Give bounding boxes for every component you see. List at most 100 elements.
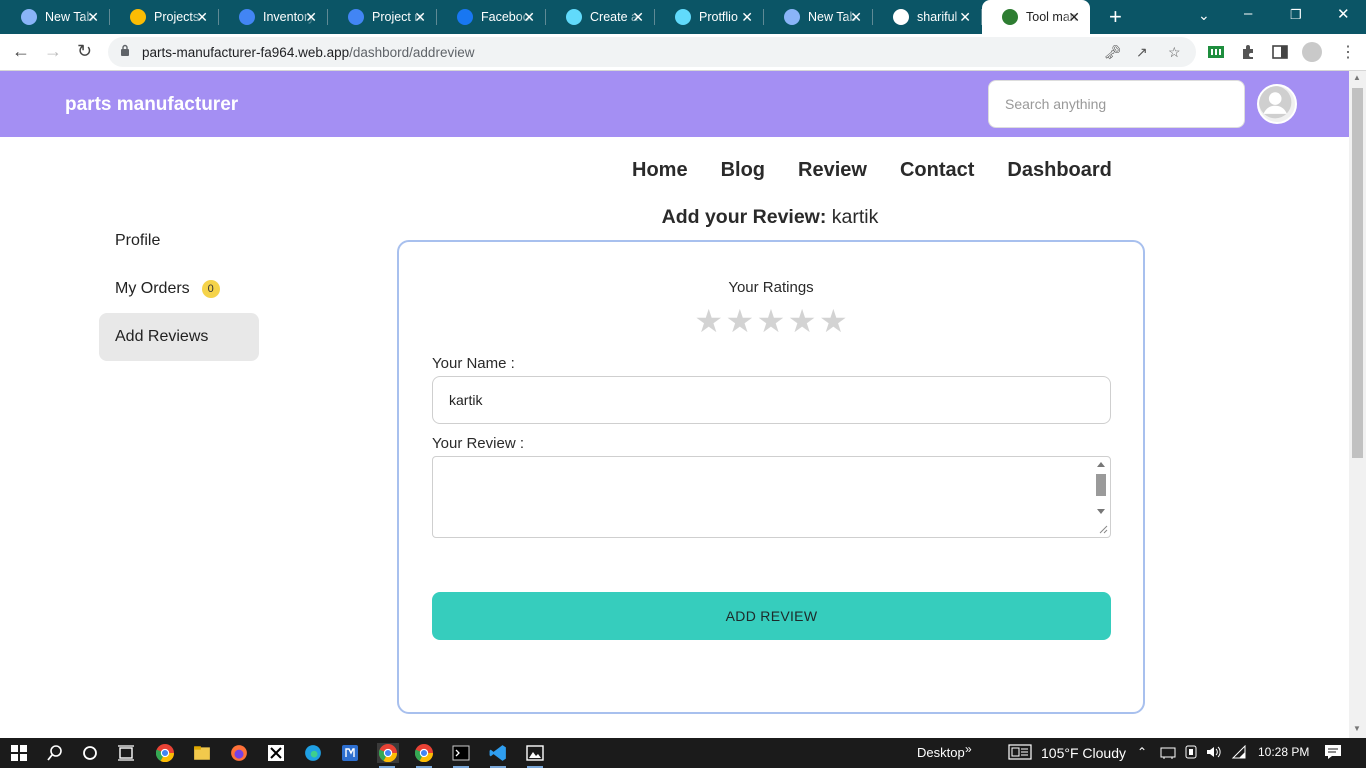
browser-tab[interactable]: Inventory ✕	[219, 0, 328, 34]
nav-dashboard[interactable]: Dashboard	[1007, 159, 1111, 182]
firefox-icon[interactable]	[229, 743, 249, 763]
capcut-icon[interactable]	[266, 743, 286, 763]
task-view-icon[interactable]	[116, 743, 136, 763]
chrome-app-icon[interactable]	[377, 743, 399, 768]
network-icon[interactable]	[1160, 745, 1176, 762]
search-icon[interactable]	[45, 743, 65, 763]
name-field[interactable]	[432, 376, 1111, 424]
star-icon[interactable]: ★	[757, 303, 786, 339]
side-panel-icon[interactable]	[1272, 44, 1288, 60]
close-tab-icon[interactable]: ✕	[87, 9, 99, 25]
notifications-icon[interactable]	[1325, 745, 1341, 762]
url-field[interactable]: parts-manufacturer-fa964.web.app/dashbor…	[108, 37, 1196, 67]
puzzle-icon[interactable]	[1240, 44, 1256, 60]
scroll-down-icon[interactable]: ▼	[1353, 724, 1361, 733]
browser-tab[interactable]: Tool man ✕	[982, 0, 1090, 34]
scroll-up-icon[interactable]: ▲	[1353, 73, 1361, 82]
browser-tab[interactable]: Protflio ✕	[655, 0, 764, 34]
sidebar-item-add-reviews[interactable]: Add Reviews	[99, 313, 259, 361]
key-icon[interactable]: 🗝	[1104, 44, 1122, 61]
nav-home[interactable]: Home	[632, 159, 688, 182]
back-arrow-icon[interactable]: ←	[12, 41, 30, 61]
close-tab-icon[interactable]: ✕	[1068, 9, 1080, 25]
close-tab-icon[interactable]: ✕	[850, 9, 862, 25]
user-avatar[interactable]	[1257, 84, 1297, 124]
star-icon[interactable]: ★	[819, 303, 848, 339]
page-title-label: Add your Review:	[661, 206, 827, 228]
review-field-label: Your Review :	[432, 435, 524, 452]
nav-blog[interactable]: Blog	[721, 159, 765, 182]
toolbar-expand-icon[interactable]: »	[965, 742, 972, 756]
close-tab-icon[interactable]: ✕	[632, 9, 644, 25]
desktop-toolbar-label[interactable]: Desktop	[917, 745, 965, 760]
textarea-scrollbar[interactable]	[1094, 459, 1108, 535]
page-scrollbar[interactable]: ▲ ▼	[1349, 71, 1366, 738]
orders-count-badge: 0	[201, 280, 220, 298]
app-icon[interactable]	[340, 743, 360, 763]
volume-icon[interactable]	[1206, 745, 1222, 762]
reload-icon[interactable]: ↻	[77, 41, 92, 61]
lock-icon	[121, 44, 129, 56]
browser-tab[interactable]: Create a ✕	[546, 0, 655, 34]
chrome-app-icon[interactable]	[155, 743, 175, 763]
browser-tab[interactable]: Project re ✕	[328, 0, 437, 34]
vscode-icon[interactable]	[488, 743, 508, 768]
chrome-icon	[784, 9, 800, 25]
google-drive-icon	[130, 9, 146, 25]
extension-icon[interactable]	[1208, 44, 1224, 60]
close-tab-icon[interactable]: ✕	[305, 9, 317, 25]
browser-tab[interactable]: New Tab ✕	[1, 0, 110, 34]
windows-taskbar: Desktop » 105°F Cloudy ⌃ 10:28 PM	[0, 738, 1366, 768]
terminal-icon[interactable]	[451, 743, 471, 768]
star-icon[interactable]: ★	[726, 303, 755, 339]
browser-tab[interactable]: Projects ✕	[110, 0, 219, 34]
chrome-icon	[21, 9, 37, 25]
close-tab-icon[interactable]: ✕	[414, 9, 426, 25]
brand-logo-text[interactable]: parts manufacturer	[65, 94, 238, 116]
nav-review[interactable]: Review	[798, 159, 867, 182]
weather-icon[interactable]	[1008, 744, 1032, 763]
star-icon[interactable]: ★	[788, 303, 817, 339]
sidebar-item-my-orders[interactable]: My Orders 0	[99, 265, 259, 313]
profile-avatar-icon[interactable]	[1302, 42, 1322, 62]
sidebar-item-label: Add Reviews	[115, 328, 209, 345]
more-menu-icon[interactable]: ⋮	[1340, 42, 1356, 62]
browser-tab[interactable]: New Tab ✕	[764, 0, 873, 34]
windows-start-icon[interactable]	[9, 743, 29, 763]
nav-contact[interactable]: Contact	[900, 159, 974, 182]
weather-text[interactable]: 105°F Cloudy	[1041, 745, 1126, 761]
react-icon	[566, 9, 582, 25]
add-review-button[interactable]: ADD REVIEW	[432, 592, 1111, 640]
forward-arrow-icon[interactable]: →	[44, 41, 62, 61]
minimize-icon[interactable]: –	[1244, 5, 1252, 22]
ratings-label: Your Ratings	[728, 279, 814, 296]
close-tab-icon[interactable]: ✕	[741, 9, 753, 25]
photos-icon[interactable]	[525, 743, 545, 768]
tool-icon	[1002, 9, 1018, 25]
tab-search-chevron-icon[interactable]: ⌄	[1198, 7, 1210, 24]
new-tab-button[interactable]: +	[1109, 6, 1122, 28]
browser-tab[interactable]: Facebook ✕	[437, 0, 546, 34]
cortana-icon[interactable]	[80, 743, 100, 763]
clock-time[interactable]: 10:28 PM	[1258, 745, 1309, 759]
restore-icon[interactable]: ❐	[1290, 7, 1302, 23]
battery-icon[interactable]	[1184, 745, 1198, 762]
close-tab-icon[interactable]: ✕	[959, 9, 971, 25]
sidebar-item-profile[interactable]: Profile	[99, 217, 259, 265]
star-icon[interactable]: ★	[694, 303, 723, 339]
wifi-icon[interactable]	[1231, 744, 1247, 762]
search-input[interactable]	[988, 80, 1245, 128]
tray-chevron-up-icon[interactable]: ⌃	[1137, 745, 1147, 759]
close-tab-icon[interactable]: ✕	[523, 9, 535, 25]
browser-tab[interactable]: shariful ✕	[873, 0, 982, 34]
bookmark-star-icon[interactable]: ☆	[1168, 44, 1181, 61]
share-icon[interactable]: ↗	[1136, 44, 1148, 61]
close-tab-icon[interactable]: ✕	[196, 9, 208, 25]
scrollbar-thumb[interactable]	[1352, 88, 1363, 458]
chrome-app-icon[interactable]	[414, 743, 434, 768]
file-explorer-icon[interactable]	[192, 743, 212, 763]
google-docs-icon	[348, 9, 364, 25]
review-textarea[interactable]	[432, 456, 1111, 538]
edge-icon[interactable]	[303, 743, 323, 763]
close-window-icon[interactable]: ✕	[1337, 5, 1350, 23]
